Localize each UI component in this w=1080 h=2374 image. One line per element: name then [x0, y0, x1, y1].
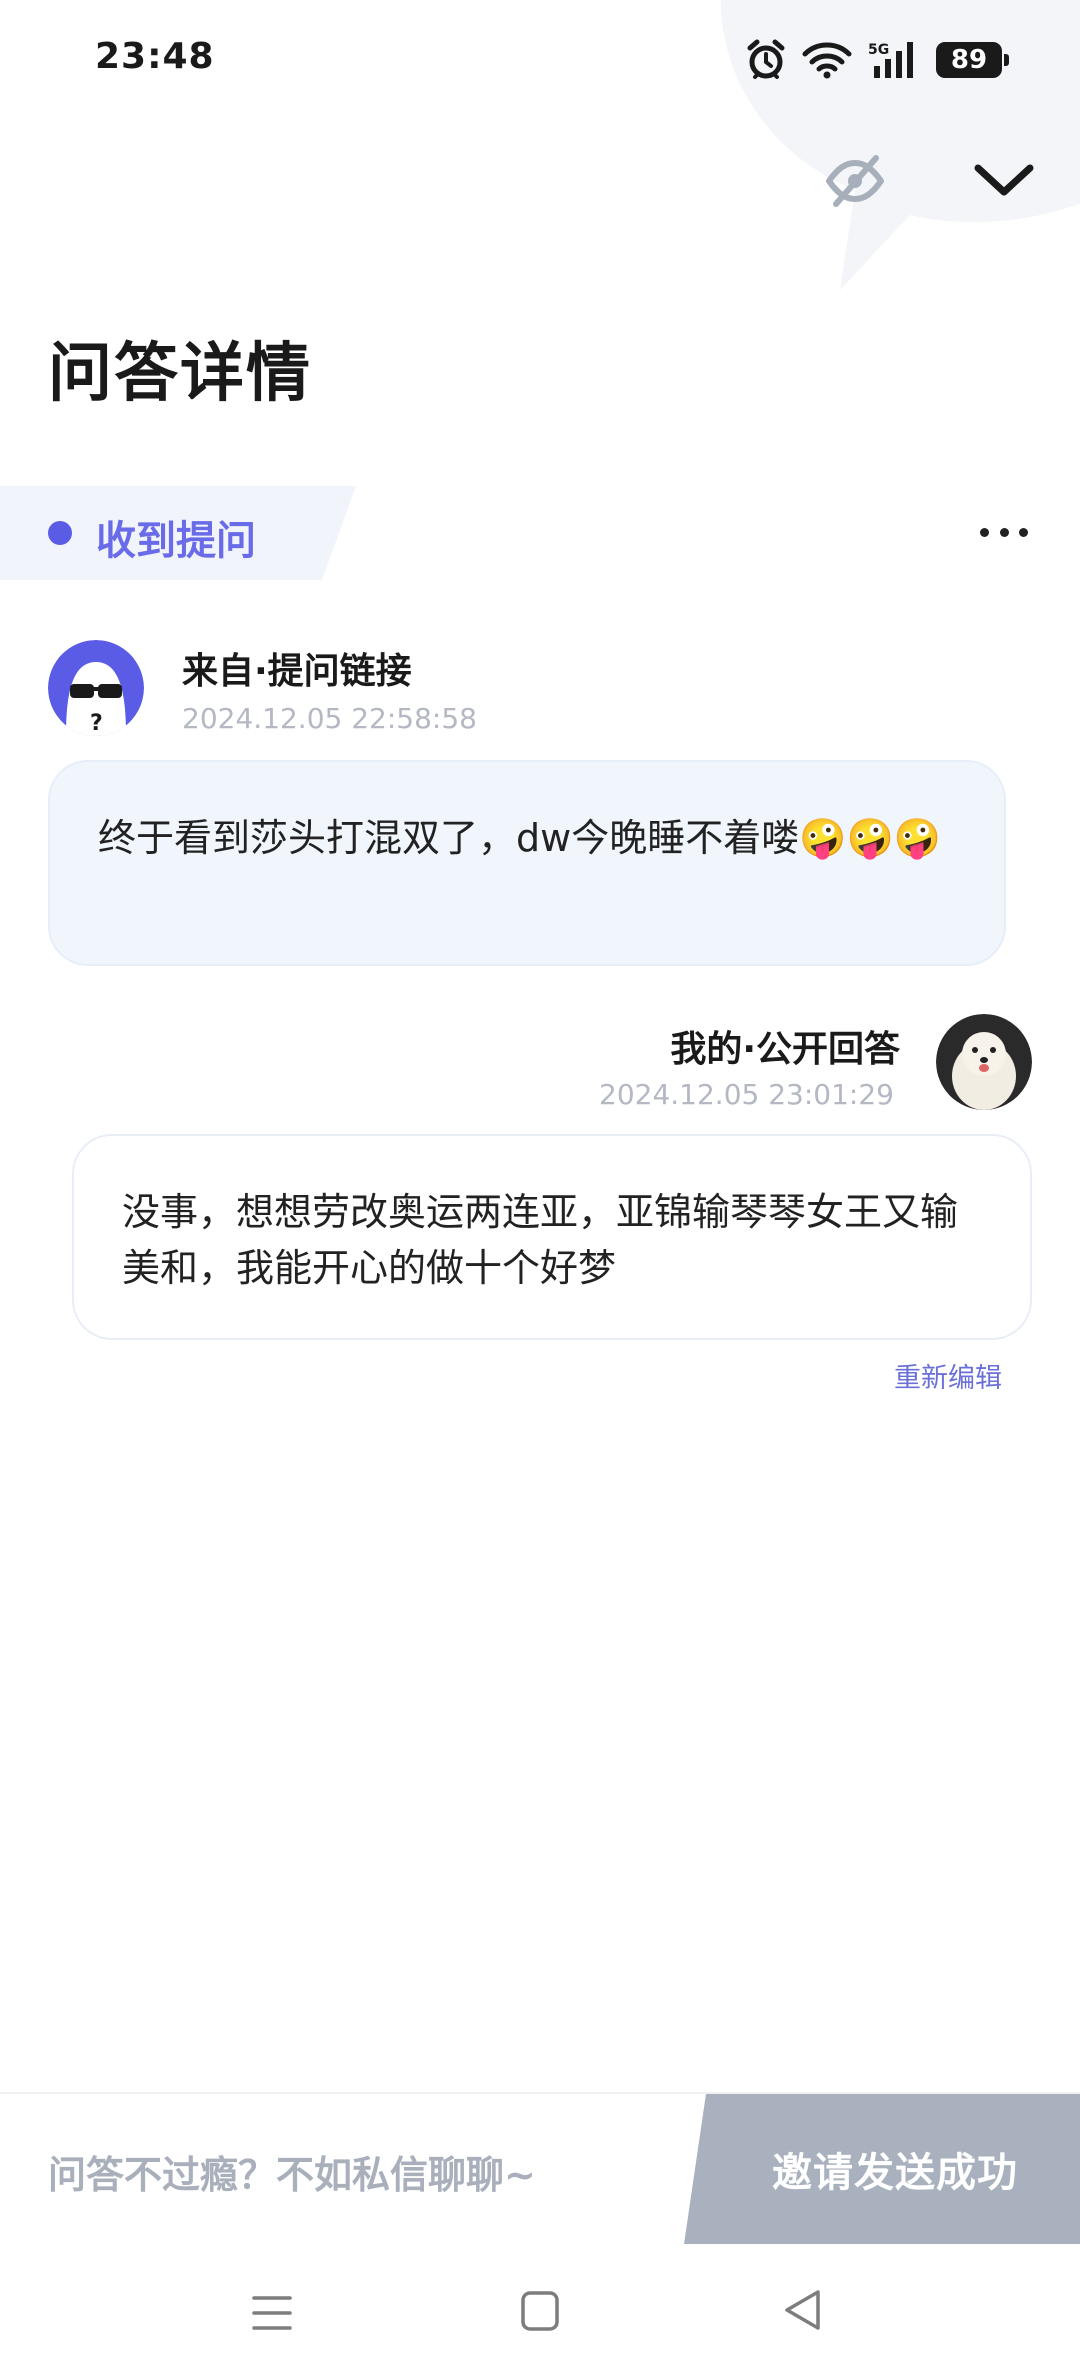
tag-label: 收到提问 — [96, 518, 256, 564]
invite-status-button[interactable]: 邀请发送成功 — [684, 2094, 1080, 2244]
question-bubble: 终于看到莎头打混双了，dw今晚睡不着喽🤪🤪🤪 — [48, 760, 1006, 966]
answer-text: 没事，想想劳改奥运两连亚，亚锦输琴琴女王又输美和，我能开心的做十个好梦 — [122, 1190, 959, 1290]
more-dot — [999, 527, 1009, 537]
question-timestamp: 2024.12.05 22:58:58 — [182, 702, 477, 735]
more-dot — [1019, 527, 1028, 537]
tag-dot — [48, 521, 72, 545]
more-dot — [980, 527, 989, 537]
bottom-bar: 问答不过瘾？不如私信聊聊~ 邀请发送成功 — [0, 2092, 1080, 2244]
answer-timestamp: 2024.12.05 23:01:29 — [599, 1078, 894, 1111]
wifi-icon — [802, 42, 852, 79]
svg-text:?: ? — [90, 711, 103, 736]
svg-text:5G: 5G — [868, 42, 889, 58]
status-bar: 23:48 5G 89 — [0, 0, 1080, 120]
back-icon[interactable] — [782, 2288, 822, 2332]
status-time: 23:48 — [95, 36, 215, 77]
menu-icon[interactable] — [252, 2294, 292, 2332]
signal-5g-icon: 5G — [868, 42, 913, 78]
question-status-tag: 收到提问 — [0, 486, 360, 580]
chevron-down-icon[interactable] — [972, 150, 1036, 210]
status-icons: 5G 89 — [746, 36, 1009, 84]
user-avatar — [936, 1014, 1032, 1110]
answer-label: 我的·公开回答 — [670, 1029, 900, 1070]
more-options-button[interactable] — [980, 520, 1028, 544]
re-edit-link[interactable]: 重新编辑 — [894, 1356, 1002, 1395]
answer-bubble: 没事，想想劳改奥运两连亚，亚锦输琴琴女王又输美和，我能开心的做十个好梦 — [72, 1134, 1032, 1340]
anonymous-avatar: ? — [48, 640, 144, 736]
page-title: 问答详情 — [48, 337, 312, 411]
eye-off-icon[interactable] — [824, 150, 886, 212]
battery-level: 89 — [950, 45, 988, 75]
home-icon[interactable] — [520, 2290, 560, 2332]
battery-icon: 89 — [936, 42, 1009, 78]
question-source: 来自·提问链接 — [182, 651, 412, 692]
invite-status-label: 邀请发送成功 — [772, 2150, 1018, 2196]
private-message-prompt[interactable]: 问答不过瘾？不如私信聊聊~ — [48, 2144, 536, 2199]
question-text: 终于看到莎头打混双了，dw今晚睡不着喽🤪🤪🤪 — [98, 816, 942, 860]
alarm-icon — [747, 39, 785, 79]
system-nav-bar — [0, 2242, 1080, 2374]
